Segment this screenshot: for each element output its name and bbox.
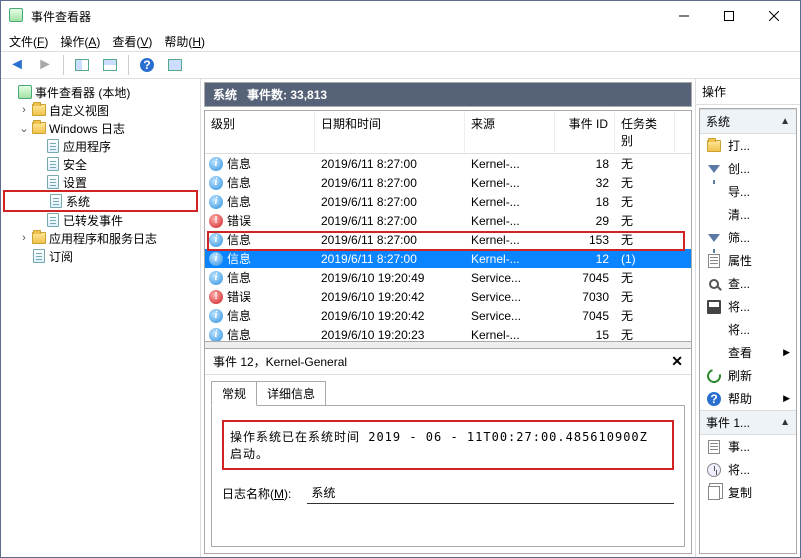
info-icon: i: [209, 271, 223, 285]
panes-button-2[interactable]: [98, 54, 122, 76]
help-icon-icon: ?: [706, 391, 722, 407]
action-item[interactable]: 将...: [700, 318, 796, 341]
copy-icon: [706, 485, 722, 501]
minimize-button[interactable]: [661, 2, 706, 30]
tree-app-service-logs[interactable]: ›应用程序和服务日志: [3, 229, 198, 247]
detail-pane: 事件 12，Kernel-General ✕ 常规 详细信息 操作系统已在系统时…: [204, 348, 692, 554]
clock-icon: [706, 462, 722, 478]
find-icon-icon: [706, 276, 722, 292]
action-item[interactable]: 查...: [700, 272, 796, 295]
tree-custom-views[interactable]: ›自定义视图: [3, 101, 198, 119]
action-item[interactable]: 查看▶: [700, 341, 796, 364]
info-icon: i: [209, 309, 223, 323]
table-row[interactable]: !错误2019/6/11 8:27:00Kernel-...29无: [205, 211, 691, 230]
tree-windows-logs[interactable]: ⌄Windows 日志: [3, 119, 198, 137]
blank-icon: [706, 207, 722, 223]
refresh-icon-icon: [706, 368, 722, 384]
folder-icon-icon: [706, 138, 722, 154]
back-button[interactable]: ◄: [5, 54, 29, 76]
actions-section-event[interactable]: 事件 1...▲: [700, 410, 796, 435]
info-icon: i: [209, 328, 223, 342]
action-item[interactable]: 将...: [700, 458, 796, 481]
blank-icon: [706, 322, 722, 338]
action-item[interactable]: 筛...: [700, 226, 796, 249]
error-icon: !: [209, 214, 223, 228]
logname-label: 日志名称(M):: [222, 485, 291, 502]
col-level[interactable]: 级别: [205, 111, 315, 153]
col-eventid[interactable]: 事件 ID: [555, 111, 615, 153]
tab-general[interactable]: 常规: [211, 381, 257, 406]
col-source[interactable]: 来源: [465, 111, 555, 153]
action-item[interactable]: 复制: [700, 481, 796, 504]
action-item[interactable]: 清...: [700, 203, 796, 226]
forward-button[interactable]: ►: [33, 54, 57, 76]
tree-log-setup[interactable]: 设置: [3, 173, 198, 191]
table-row[interactable]: i信息2019/6/11 8:27:00Kernel-...153无: [205, 230, 691, 249]
menu-action[interactable]: 操作(A): [60, 33, 100, 50]
table-row[interactable]: i信息2019/6/11 8:27:00Kernel-...18无: [205, 154, 691, 173]
menu-help[interactable]: 帮助(H): [164, 33, 205, 50]
col-datetime[interactable]: 日期和时间: [315, 111, 465, 153]
table-row[interactable]: i信息2019/6/11 8:27:00Kernel-...32无: [205, 173, 691, 192]
logname-value: 系统: [307, 482, 674, 504]
panes-button-1[interactable]: [70, 54, 94, 76]
funnel-icon-icon: [706, 230, 722, 246]
nav-tree[interactable]: 事件查看器 (本地) ›自定义视图 ⌄Windows 日志 应用程序 安全 设置…: [1, 79, 201, 557]
table-row[interactable]: i信息2019/6/10 19:20:49Service...7045无: [205, 268, 691, 287]
error-icon: !: [209, 290, 223, 304]
info-icon: i: [209, 252, 223, 266]
events-grid[interactable]: 级别 日期和时间 来源 事件 ID 任务类别 i信息2019/6/11 8:27…: [204, 110, 692, 342]
tree-log-forwarded[interactable]: 已转发事件: [3, 211, 198, 229]
tree-log-application[interactable]: 应用程序: [3, 137, 198, 155]
info-icon: i: [209, 233, 223, 247]
grid-header[interactable]: 级别 日期和时间 来源 事件 ID 任务类别: [205, 111, 691, 154]
funnel-icon-icon: [706, 161, 722, 177]
panes-button-3[interactable]: [163, 54, 187, 76]
menu-file[interactable]: 文件(F): [9, 33, 48, 50]
info-icon: i: [209, 195, 223, 209]
menu-bar: 文件(F) 操作(A) 查看(V) 帮助(H): [1, 31, 800, 51]
action-item[interactable]: 打...: [700, 134, 796, 157]
info-icon: i: [209, 176, 223, 190]
tree-root[interactable]: 事件查看器 (本地): [3, 83, 198, 101]
actions-pane: 操作 系统▲ 打...创...导...清...筛...属性查...将...将..…: [696, 79, 800, 557]
help-button[interactable]: ?: [135, 54, 159, 76]
main-header: 系统 事件数: 33,813: [204, 82, 692, 107]
chevron-up-icon: ▲: [780, 417, 790, 428]
tab-details[interactable]: 详细信息: [256, 381, 326, 406]
menu-view[interactable]: 查看(V): [112, 33, 152, 50]
app-icon: [9, 8, 25, 24]
tree-log-system[interactable]: 系统: [6, 192, 195, 210]
table-row[interactable]: i信息2019/6/10 19:20:23Kernel-...15无: [205, 325, 691, 342]
window-title: 事件查看器: [29, 8, 661, 25]
action-item[interactable]: 将...: [700, 295, 796, 318]
table-row[interactable]: i信息2019/6/11 8:27:00Kernel-...12(1): [205, 249, 691, 268]
prop-icon: [706, 439, 722, 455]
table-row[interactable]: i信息2019/6/11 8:27:00Kernel-...18无: [205, 192, 691, 211]
tree-log-security[interactable]: 安全: [3, 155, 198, 173]
actions-header: 操作: [696, 79, 800, 105]
detail-title: 事件 12，Kernel-General: [213, 353, 347, 370]
close-detail-button[interactable]: ✕: [671, 353, 683, 370]
chevron-up-icon: ▲: [780, 116, 790, 127]
toolbar: ◄ ► ?: [1, 51, 800, 79]
table-row[interactable]: !错误2019/6/10 19:20:42Service...7030无: [205, 287, 691, 306]
prop-icon-icon: [706, 253, 722, 269]
action-item[interactable]: ?帮助▶: [700, 387, 796, 410]
table-row[interactable]: i信息2019/6/10 19:20:42Service...7045无: [205, 306, 691, 325]
action-item[interactable]: 刷新: [700, 364, 796, 387]
info-icon: i: [209, 157, 223, 171]
close-button[interactable]: [751, 2, 796, 30]
title-bar: 事件查看器: [1, 1, 800, 31]
blank-icon: [706, 345, 722, 361]
event-message: 操作系统已在系统时间 ‎2019‎ - ‎06‎ - ‎11T00:27:00.…: [222, 420, 674, 470]
blank-icon: [706, 184, 722, 200]
maximize-button[interactable]: [706, 2, 751, 30]
actions-section-system[interactable]: 系统▲: [700, 109, 796, 134]
action-item[interactable]: 事...: [700, 435, 796, 458]
tree-subscriptions[interactable]: 订阅: [3, 247, 198, 265]
action-item[interactable]: 创...: [700, 157, 796, 180]
col-task[interactable]: 任务类别: [615, 111, 675, 153]
save-icon-icon: [706, 299, 722, 315]
